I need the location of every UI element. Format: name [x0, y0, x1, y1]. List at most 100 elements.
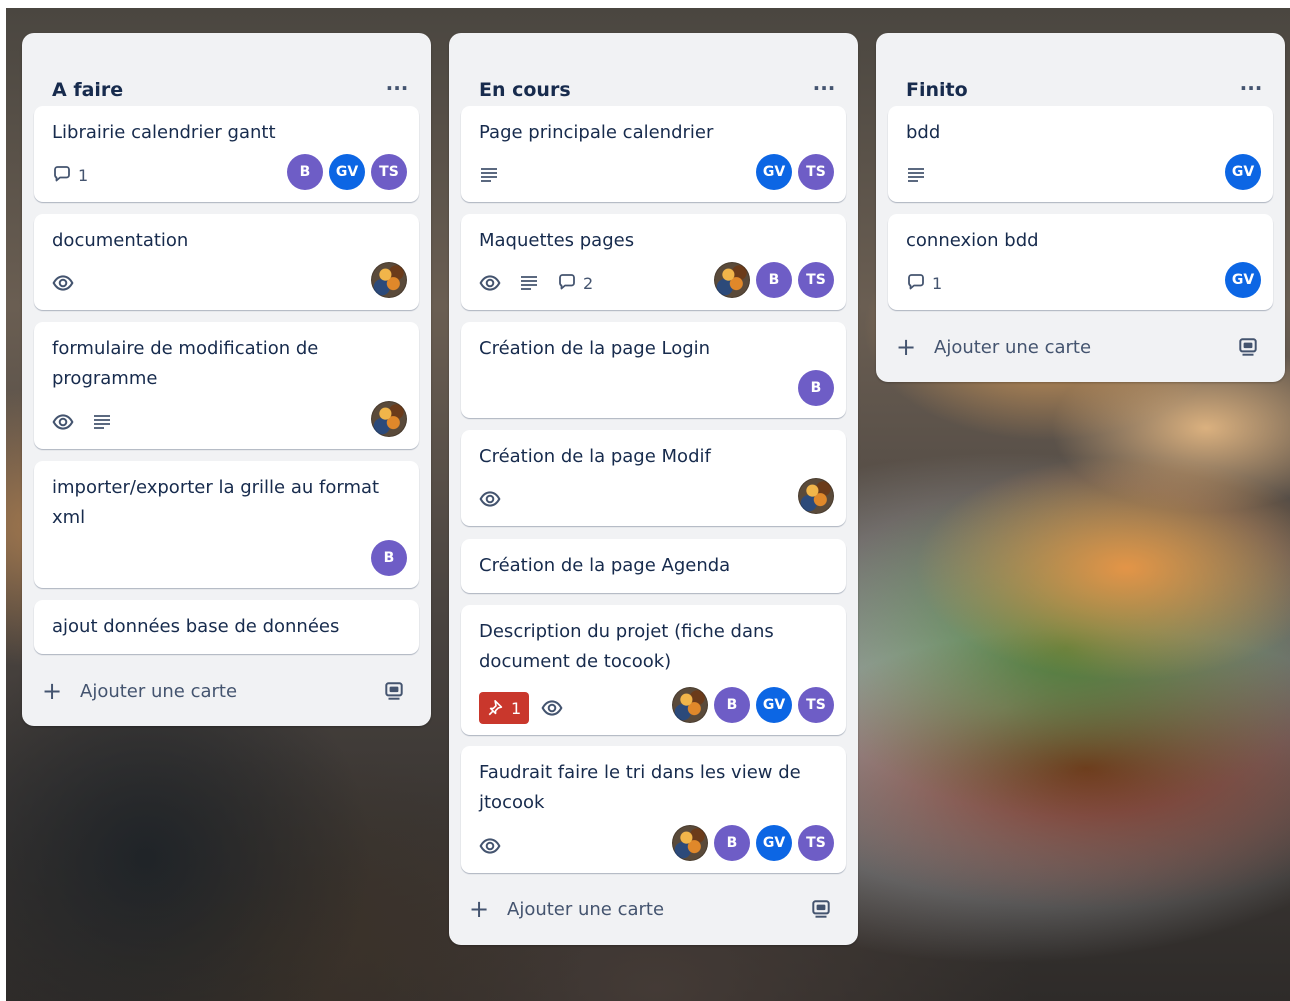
card-creation-page-login[interactable]: Création de la page Login B [461, 322, 846, 418]
card-members: B GV TS [287, 154, 407, 190]
card-title: Faudrait faire le tri dans les view de j… [479, 762, 801, 813]
checklist-alert-badge: 1 [479, 692, 530, 724]
list-more-icon[interactable]: ··· [1235, 74, 1267, 102]
card-badges: 2 [479, 268, 593, 298]
avatar[interactable]: GV [1225, 262, 1261, 298]
avatar[interactable]: TS [798, 262, 834, 298]
card-title: Librairie calendrier gantt [52, 122, 276, 143]
list-more-icon[interactable]: ··· [381, 74, 413, 102]
description-badge [92, 407, 112, 437]
card-page-principale-calendrier[interactable]: Page principale calendrier GV TS [461, 106, 846, 202]
card-title: Création de la page Agenda [479, 555, 731, 576]
card-members [798, 478, 834, 514]
card-badges [479, 831, 501, 861]
card-members: B [371, 540, 407, 576]
add-card-button[interactable]: + Ajouter une carte [34, 669, 419, 713]
card-members [371, 401, 407, 437]
avatar-photo[interactable] [371, 401, 407, 437]
card-faudrait-faire-le-tri[interactable]: Faudrait faire le tri dans les view de j… [461, 746, 846, 873]
avatar-photo[interactable] [371, 262, 407, 298]
avatar[interactable]: TS [798, 825, 834, 861]
card-members: B [798, 370, 834, 406]
comments-count: 2 [583, 273, 594, 293]
avatar[interactable]: B [714, 825, 750, 861]
avatar[interactable]: B [287, 154, 323, 190]
comments-count: 1 [78, 165, 89, 185]
avatar-photo[interactable] [798, 478, 834, 514]
card-members [371, 262, 407, 298]
card-title: Description du projet (fiche dans docume… [479, 621, 774, 672]
card-title: importer/exporter la grille au format xm… [52, 477, 380, 528]
card-title: ajout données base de données [52, 616, 340, 637]
avatar[interactable]: B [798, 370, 834, 406]
card-creation-page-agenda[interactable]: Création de la page Agenda [461, 539, 846, 593]
card-description-du-projet[interactable]: Description du projet (fiche dans docume… [461, 605, 846, 735]
card-title: Création de la page Login [479, 338, 711, 359]
avatar[interactable]: TS [371, 154, 407, 190]
watch-badge [541, 693, 563, 723]
description-icon [907, 168, 925, 182]
avatar[interactable]: B [371, 540, 407, 576]
description-icon [93, 415, 111, 429]
list-header: A faire ··· [22, 33, 431, 103]
card-template-icon[interactable] [810, 898, 832, 920]
add-card-button[interactable]: + Ajouter une carte [461, 887, 846, 931]
card-connexion-bdd[interactable]: connexion bdd 1 GV [888, 214, 1273, 310]
list-en-cours: En cours ··· Page principale calendrier … [449, 33, 858, 945]
card-importer-exporter[interactable]: importer/exporter la grille au format xm… [34, 461, 419, 588]
eye-icon [541, 700, 563, 716]
eye-icon [52, 414, 74, 430]
comment-icon [54, 166, 70, 182]
comment-icon [908, 274, 924, 290]
avatar[interactable]: TS [798, 154, 834, 190]
avatar[interactable]: TS [798, 687, 834, 723]
avatar[interactable]: B [756, 262, 792, 298]
add-card-button[interactable]: + Ajouter une carte [888, 325, 1273, 369]
card-badges: 1 [479, 692, 563, 724]
add-card-label: Ajouter une carte [80, 680, 238, 702]
list-title[interactable]: En cours [479, 79, 571, 101]
card-title: Création de la page Modif [479, 446, 711, 467]
avatar-photo[interactable] [672, 825, 708, 861]
watch-badge [479, 484, 501, 514]
card-badges [52, 407, 112, 437]
comments-badge: 2 [557, 268, 593, 298]
card-template-icon[interactable] [1237, 336, 1259, 358]
watch-badge [52, 407, 74, 437]
card-formulaire-modification[interactable]: formulaire de modification de programme [34, 322, 419, 449]
watch-badge [479, 268, 501, 298]
avatar[interactable]: B [714, 687, 750, 723]
card-bdd[interactable]: bdd GV [888, 106, 1273, 202]
avatar[interactable]: GV [756, 154, 792, 190]
list-more-icon[interactable]: ··· [808, 74, 840, 102]
card-template-icon[interactable] [383, 680, 405, 702]
list-header: En cours ··· [449, 33, 858, 103]
card-badges [52, 268, 74, 298]
card-badges: 1 [906, 268, 942, 298]
card-title: Page principale calendrier [479, 122, 714, 143]
eye-icon [52, 275, 74, 291]
card-maquettes-pages[interactable]: Maquettes pages 2 B TS [461, 214, 846, 310]
eye-icon [479, 275, 501, 291]
plus-icon: + [895, 333, 917, 361]
list-title[interactable]: A faire [52, 79, 123, 101]
avatar[interactable]: GV [1225, 154, 1261, 190]
comments-badge: 1 [52, 160, 88, 190]
card-documentation[interactable]: documentation [34, 214, 419, 310]
eye-icon [479, 491, 501, 507]
card-librairie-calendrier-gantt[interactable]: Librairie calendrier gantt 1 B GV TS [34, 106, 419, 202]
list-title[interactable]: Finito [906, 79, 968, 101]
card-creation-page-modif[interactable]: Création de la page Modif [461, 430, 846, 526]
comments-count: 1 [932, 273, 943, 293]
avatar[interactable]: GV [329, 154, 365, 190]
plus-icon: + [468, 895, 490, 923]
card-ajout-donnees[interactable]: ajout données base de données [34, 600, 419, 654]
avatar-photo[interactable] [714, 262, 750, 298]
avatar[interactable]: GV [756, 687, 792, 723]
card-badges [479, 484, 501, 514]
avatar-photo[interactable] [672, 687, 708, 723]
add-card-label: Ajouter une carte [934, 336, 1092, 358]
card-badges [479, 160, 499, 190]
avatar[interactable]: GV [756, 825, 792, 861]
description-badge [479, 160, 499, 190]
